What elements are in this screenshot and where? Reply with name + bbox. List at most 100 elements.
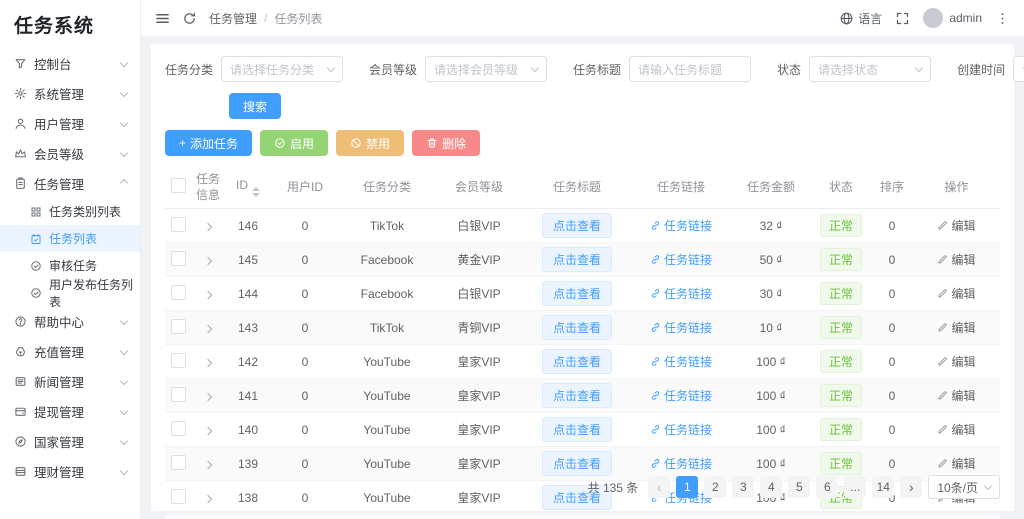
fullscreen-icon[interactable] — [895, 11, 910, 26]
view-title-button[interactable]: 点击查看 — [541, 213, 612, 239]
language-switcher[interactable]: 语言 — [839, 10, 882, 27]
sidebar-item-withdrawal[interactable]: 提现管理 — [0, 396, 140, 426]
edit-button[interactable]: 编辑 — [937, 319, 976, 336]
edit-button[interactable]: 编辑 — [937, 285, 976, 302]
filter-created-time: 创建时间 请选择时间段 — [957, 56, 1024, 82]
disable-button[interactable]: 禁用 — [336, 130, 405, 156]
task-category-select[interactable]: 请选择任务分类 — [221, 56, 344, 82]
task-link[interactable]: 任务链接 — [650, 421, 712, 438]
row-checkbox[interactable] — [170, 352, 186, 368]
view-title-button[interactable]: 点击查看 — [541, 451, 612, 477]
pencil-icon — [938, 459, 948, 468]
page-button[interactable]: 1 — [676, 476, 699, 498]
row-checkbox[interactable] — [170, 386, 186, 402]
expand-row-icon[interactable] — [203, 426, 213, 436]
search-button[interactable]: 搜索 — [229, 93, 282, 119]
task-link[interactable]: 任务链接 — [650, 217, 712, 234]
cell-category: TikTok — [339, 208, 435, 244]
add-task-button[interactable]: + 添加任务 — [165, 130, 253, 156]
status-select[interactable]: 请选择状态 — [809, 56, 932, 82]
expand-row-icon[interactable] — [203, 460, 213, 470]
view-title-button[interactable]: 点击查看 — [541, 247, 612, 273]
view-title-button[interactable]: 点击查看 — [541, 281, 612, 307]
cell-id: 140 — [225, 412, 271, 448]
pagination-ellipsis: ... — [844, 476, 867, 498]
edit-button[interactable]: 编辑 — [937, 217, 976, 234]
sidebar-item-country[interactable]: 国家管理 — [0, 426, 140, 456]
expand-row-icon[interactable] — [203, 256, 213, 266]
sidebar-item-console[interactable]: 控制台 — [0, 48, 140, 78]
page-button[interactable]: 5 — [788, 476, 811, 498]
sidebar-subitem-task-category-list[interactable]: 任务类别列表 — [0, 198, 140, 225]
enable-button[interactable]: 启用 — [260, 130, 329, 156]
page-button[interactable]: 14 — [872, 476, 895, 498]
table-body: 146 0 TikTok 白银VIP 点击查看 任务链接 32 ₫ 正常 0 编… — [165, 208, 1000, 519]
cell-amount: 50 ₫ — [731, 242, 811, 278]
sidebar-item-users[interactable]: 用户管理 — [0, 108, 140, 138]
sidebar-item-help-center[interactable]: 帮助中心 — [0, 306, 140, 336]
cell-category: YouTube — [339, 344, 435, 380]
view-title-button[interactable]: 点击查看 — [541, 417, 612, 443]
page-button[interactable]: 3 — [732, 476, 755, 498]
expand-row-icon[interactable] — [203, 358, 213, 368]
view-title-button[interactable]: 点击查看 — [541, 315, 612, 341]
row-checkbox[interactable] — [170, 454, 186, 470]
hamburger-menu-icon[interactable] — [155, 11, 170, 26]
row-checkbox[interactable] — [170, 284, 186, 300]
breadcrumb-item-current: 任务列表 — [274, 11, 323, 26]
sort-icons[interactable] — [252, 187, 260, 198]
expand-row-icon[interactable] — [203, 290, 213, 300]
sidebar-item-finance[interactable]: 理财管理 — [0, 456, 140, 486]
sidebar-subitem-user-published-tasks[interactable]: 用户发布任务列表 — [0, 278, 140, 309]
select-all-checkbox[interactable] — [170, 177, 186, 193]
next-page-button[interactable]: › — [900, 476, 923, 498]
expand-row-icon[interactable] — [203, 324, 213, 334]
sidebar-item-task-management[interactable]: 任务管理 — [0, 168, 140, 198]
breadcrumb-item[interactable]: 任务管理 — [209, 10, 257, 27]
expand-row-icon[interactable] — [203, 222, 213, 232]
sidebar-item-news[interactable]: 新闻管理 — [0, 366, 140, 396]
cell-sort: 0 — [871, 208, 913, 244]
view-title-button[interactable]: 点击查看 — [541, 349, 612, 375]
task-link[interactable]: 任务链接 — [650, 251, 712, 268]
task-link[interactable]: 任务链接 — [650, 285, 712, 302]
sidebar-subitem-task-list[interactable]: 任务列表 — [0, 225, 140, 252]
row-checkbox[interactable] — [170, 250, 186, 266]
created-time-picker[interactable]: 请选择时间段 — [1013, 56, 1024, 82]
page-button[interactable]: 6 — [816, 476, 839, 498]
cell-category: YouTube — [339, 378, 435, 414]
edit-button[interactable]: 编辑 — [937, 251, 976, 268]
edit-button[interactable]: 编辑 — [937, 455, 976, 472]
cell-id: 144 — [225, 276, 271, 312]
page-size-select[interactable]: 10条/页 — [928, 475, 1000, 499]
edit-button[interactable]: 编辑 — [937, 387, 976, 404]
edit-button[interactable]: 编辑 — [937, 421, 976, 438]
task-link[interactable]: 任务链接 — [650, 387, 712, 404]
view-title-button[interactable]: 点击查看 — [541, 383, 612, 409]
task-link[interactable]: 任务链接 — [650, 455, 712, 472]
sidebar-item-member-level[interactable]: 会员等级 — [0, 138, 140, 168]
member-level-select[interactable]: 请选择会员等级 — [425, 56, 548, 82]
sidebar-item-system[interactable]: 系统管理 — [0, 78, 140, 108]
row-checkbox[interactable] — [170, 216, 186, 232]
chevron-down-icon — [983, 481, 993, 490]
row-checkbox[interactable] — [170, 318, 186, 334]
page-button[interactable]: 2 — [704, 476, 727, 498]
delete-button[interactable]: 删除 — [412, 130, 481, 156]
user-menu[interactable]: admin — [923, 8, 982, 28]
cell-category: YouTube — [339, 514, 435, 519]
kebab-menu-icon[interactable] — [995, 11, 1010, 26]
edit-button[interactable]: 编辑 — [937, 353, 976, 370]
sidebar-item-recharge[interactable]: 充值管理 — [0, 336, 140, 366]
edit-label: 编辑 — [951, 321, 976, 336]
prev-page-button[interactable]: ‹ — [648, 476, 671, 498]
refresh-icon[interactable] — [182, 11, 197, 26]
task-link[interactable]: 任务链接 — [650, 353, 712, 370]
row-checkbox[interactable] — [170, 420, 186, 436]
expand-row-icon[interactable] — [203, 392, 213, 402]
task-link[interactable]: 任务链接 — [650, 319, 712, 336]
page-button[interactable]: 4 — [760, 476, 783, 498]
cell-user-id: 0 — [271, 242, 339, 278]
task-title-input[interactable]: 请输入任务标题 — [629, 56, 752, 82]
column-header-id[interactable]: ID — [225, 166, 271, 210]
